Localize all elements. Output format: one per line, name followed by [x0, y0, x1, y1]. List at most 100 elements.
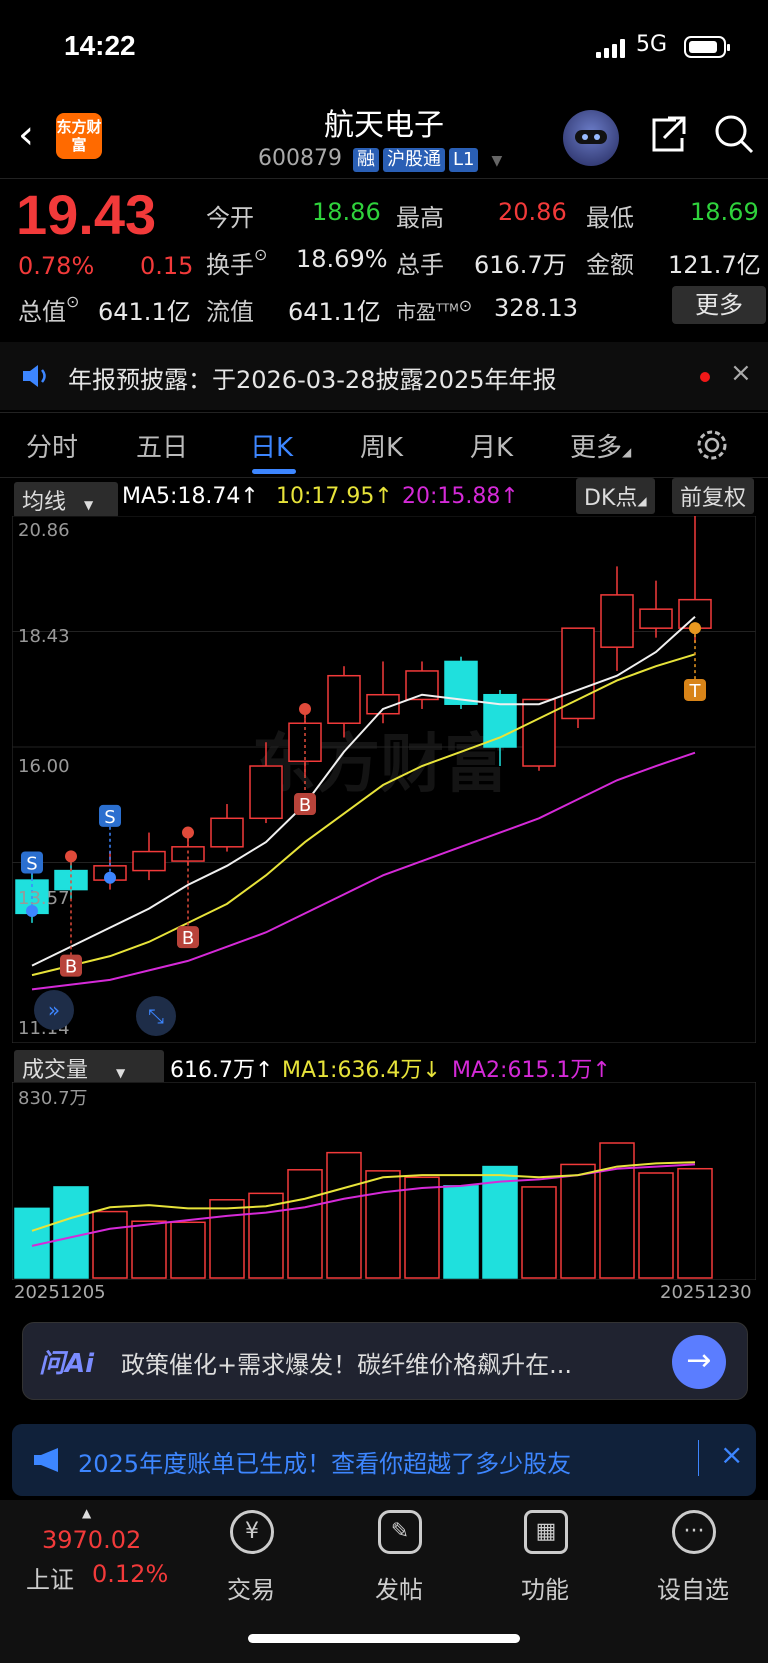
volume-bar [521, 1186, 557, 1279]
ma10-label: 10:17.95↑ [276, 484, 393, 509]
volume-bar [92, 1210, 128, 1279]
ma5-label: MA5:18.74↑ [122, 484, 259, 509]
clock: 14:22 [64, 30, 136, 61]
y-label-2: 18.43 [18, 626, 70, 647]
margin-tag: 融 [352, 148, 379, 172]
period-tabs: 分时 五日 日K 周K 月K 更多◢ [0, 412, 768, 478]
banner-close-icon[interactable]: × [720, 1438, 743, 1471]
volume-bar [599, 1142, 635, 1279]
date-end: 20251230 [660, 1282, 752, 1303]
turnover-label: 换手⊙ [206, 245, 268, 279]
index-name[interactable]: 上证 [26, 1560, 74, 1595]
candle-body [327, 674, 361, 724]
turnover-value: 18.69% [296, 245, 388, 273]
open-value: 18.86 [312, 198, 381, 226]
notice-text: 年报预披露：于2026-03-28披露2025年年报 [68, 366, 557, 394]
ai-prompt-text: 政策催化+需求爆发！碳纤维价格飙升在... [121, 1351, 572, 1379]
signal-label: S [104, 807, 115, 828]
volume-bar [170, 1221, 206, 1279]
index-percent[interactable]: 0.12% [92, 1560, 168, 1588]
notice-bar[interactable]: 年报预披露：于2026-03-28披露2025年年报 × [0, 342, 768, 410]
promo-banner[interactable]: 2025年度账单已生成！查看你超越了多少股友 × [12, 1424, 756, 1496]
up-arrow-icon: ▲ [82, 1506, 92, 1520]
signal-label: T [689, 681, 702, 702]
candle-body [600, 594, 634, 648]
candle-body [249, 765, 283, 820]
volume-bar [365, 1170, 401, 1279]
pe-label: 市盈TTM⊙ [396, 296, 473, 324]
pe-value: 328.13 [494, 294, 578, 322]
volume-bar [131, 1220, 167, 1279]
battery-icon [684, 36, 730, 58]
low-label: 最低 [586, 204, 634, 232]
more-dots-icon[interactable]: ··· [672, 1510, 716, 1554]
float-value-label: 流值 [206, 298, 254, 326]
fullscreen-icon[interactable]: ⤡ [136, 996, 176, 1036]
tab-weekly-k[interactable]: 周K [360, 427, 403, 464]
post-edit-icon[interactable]: ✎ [378, 1510, 422, 1554]
ma-dropdown[interactable]: 均线 ▼ [14, 482, 118, 518]
signal-label: B [182, 928, 194, 949]
candle-body [522, 698, 556, 767]
total-value-label: 总值⊙ [18, 292, 80, 326]
signal-dot [689, 622, 701, 635]
assistant-avatar-icon[interactable] [563, 110, 619, 166]
settings-gear-icon[interactable] [694, 427, 730, 463]
y-label-3: 16.00 [18, 756, 70, 777]
close-icon[interactable]: × [730, 358, 752, 388]
share-icon[interactable] [646, 112, 690, 156]
volume-label: 总手 [396, 251, 444, 279]
signal-label: S [26, 854, 37, 875]
volume-bar [443, 1185, 479, 1279]
adjust-button[interactable]: 前复权 [672, 478, 755, 514]
dk-point-button[interactable]: DK点◢ [576, 478, 655, 514]
trade-yen-icon[interactable]: ¥ [230, 1510, 274, 1554]
banner-text: 2025年度账单已生成！查看你超越了多少股友 [78, 1450, 572, 1478]
search-icon[interactable] [712, 112, 756, 156]
volume-bar [677, 1167, 713, 1279]
y-label-4: 13.57 [18, 888, 70, 909]
more-button[interactable]: 更多 [672, 286, 766, 324]
tab-monthly-k[interactable]: 月K [470, 427, 513, 464]
nav-trade[interactable]: 交易 [201, 1570, 301, 1605]
arrow-right-icon[interactable]: → [672, 1335, 726, 1389]
function-grid-icon[interactable]: ▦ [524, 1510, 568, 1554]
volume-bar [326, 1151, 362, 1279]
date-start: 20251205 [14, 1282, 106, 1303]
nav-watchlist[interactable]: 设自选 [643, 1570, 743, 1605]
home-indicator [248, 1634, 520, 1643]
index-value[interactable]: 3970.02 [42, 1526, 141, 1554]
tab-more[interactable]: 更多◢ [570, 427, 631, 464]
ma20-label: 20:15.88↑ [402, 484, 519, 509]
volume-chart[interactable] [12, 1082, 756, 1280]
ai-logo: 问Ai [39, 1349, 95, 1379]
chevron-down-icon[interactable]: ▼ [491, 153, 502, 169]
signal-label: B [65, 957, 77, 978]
tab-daily-k[interactable]: 日K [250, 427, 293, 464]
status-bar: 14:22 5G [0, 0, 768, 95]
volume-dropdown[interactable]: 成交量 ▼ [14, 1050, 164, 1086]
candle-body [639, 608, 673, 629]
float-value: 641.1亿 [288, 298, 381, 326]
tab-intraday[interactable]: 分时 [26, 427, 78, 464]
nav-function[interactable]: 功能 [495, 1570, 595, 1605]
open-label: 今开 [206, 204, 254, 232]
candle-body [132, 850, 166, 872]
signal-dot [182, 826, 194, 839]
kline-chart[interactable]: 东方财富 SBSBBT [12, 516, 756, 1043]
signal-label: B [299, 795, 311, 816]
vol-ma1-label: MA1:636.4万↓ [282, 1058, 441, 1083]
stock-code: 600879 [258, 146, 342, 171]
nav-post[interactable]: 发帖 [349, 1570, 449, 1605]
change-amount: 0.15 [140, 252, 194, 280]
tab-five-day[interactable]: 五日 [136, 427, 188, 464]
ai-ask-bar[interactable]: 问Ai 政策催化+需求爆发！碳纤维价格飙升在... [22, 1322, 748, 1400]
volume-bar [209, 1199, 245, 1279]
y-label-top: 20.86 [18, 520, 70, 541]
megaphone-icon [34, 1448, 58, 1472]
volume-bar [287, 1169, 323, 1279]
volume-max-label: 830.7万 [18, 1088, 88, 1109]
signal-dot [104, 871, 116, 884]
collapse-arrows-icon[interactable]: » [34, 990, 74, 1030]
signal-dot [65, 850, 77, 863]
